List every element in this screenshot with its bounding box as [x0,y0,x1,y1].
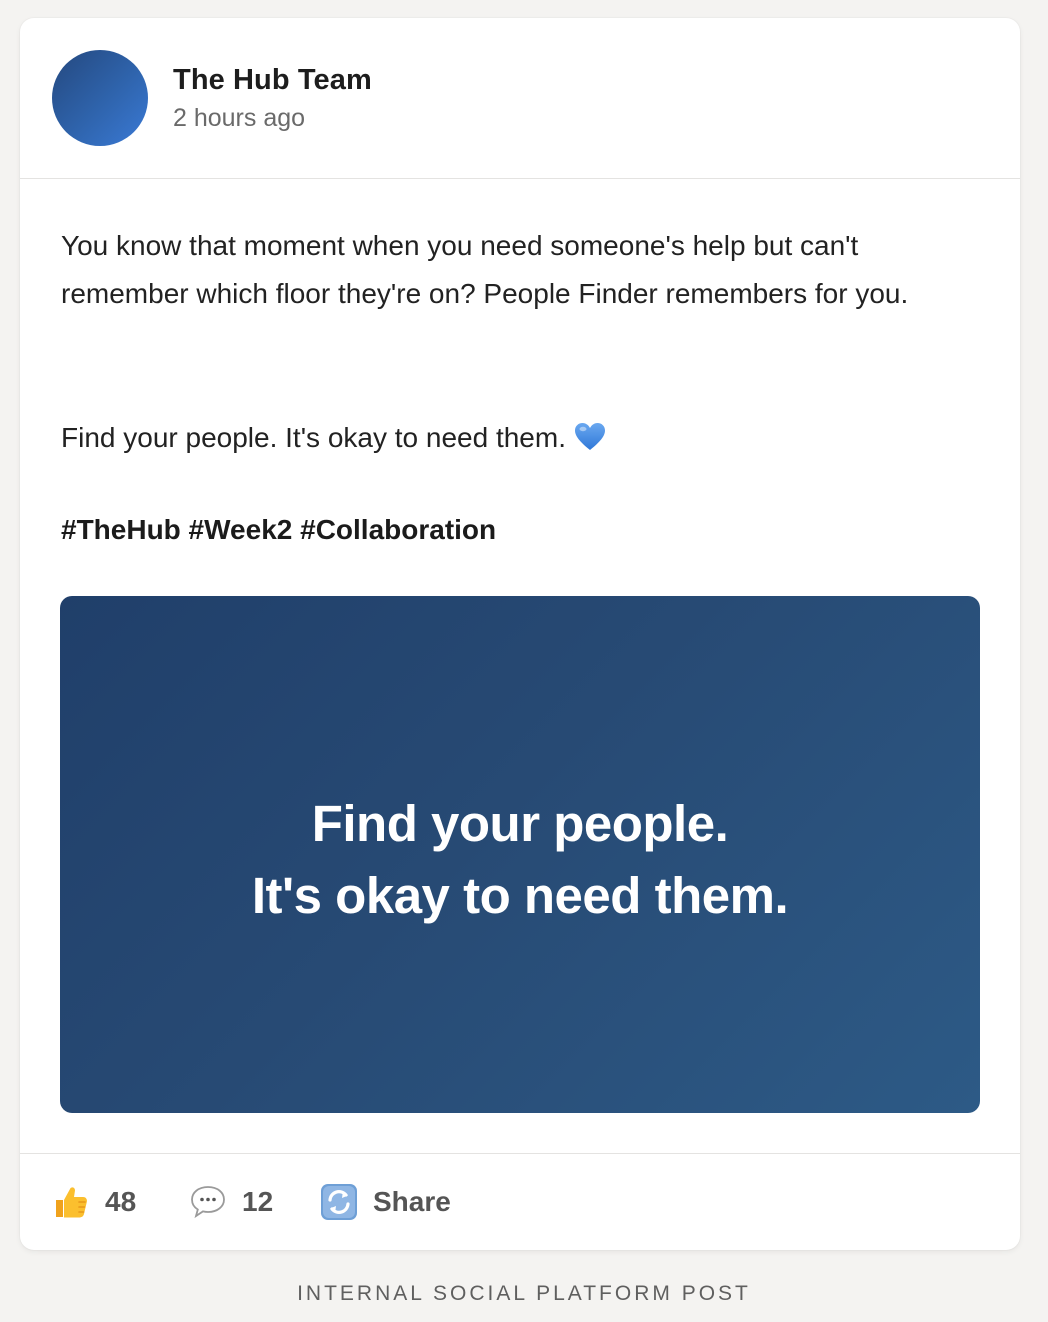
author-name[interactable]: The Hub Team [173,64,372,97]
tagline-text: Find your people. It's okay to need them… [61,422,566,453]
post-hashtags[interactable]: #TheHub #Week2 #Collaboration [61,514,496,546]
image-caption-line-2: It's okay to need them. [251,867,789,924]
post-tagline: Find your people. It's okay to need them… [61,414,606,467]
image-caption-line-1: Find your people. [311,795,729,852]
share-label: Share [373,1186,451,1217]
speech-bubble-icon [189,1183,227,1221]
share-button[interactable]: Share [320,1182,451,1222]
blue-heart-icon [574,419,606,467]
post-header: The Hub Team 2 hours ago [20,18,1020,179]
comment-button[interactable]: 12 [189,1182,273,1222]
post-image[interactable]: Find your people. It's okay to need them… [60,596,980,1113]
page-caption: INTERNAL SOCIAL PLATFORM POST [297,1282,751,1305]
post-timestamp: 2 hours ago [173,104,306,132]
comment-count: 12 [242,1186,274,1217]
post-card: The Hub Team 2 hours ago You know that m… [20,18,1020,1250]
thumbs-up-icon [52,1183,90,1221]
post-body: You know that moment when you need someo… [61,222,981,318]
like-count: 48 [105,1186,137,1217]
post-actions: 48 12 Share [20,1153,1020,1250]
image-caption: Find your people. It's okay to need them… [60,788,980,932]
post-paragraph: You know that moment when you need someo… [61,230,909,309]
like-button[interactable]: 48 [52,1182,136,1222]
avatar[interactable] [52,50,148,146]
share-arrows-icon [320,1183,358,1221]
